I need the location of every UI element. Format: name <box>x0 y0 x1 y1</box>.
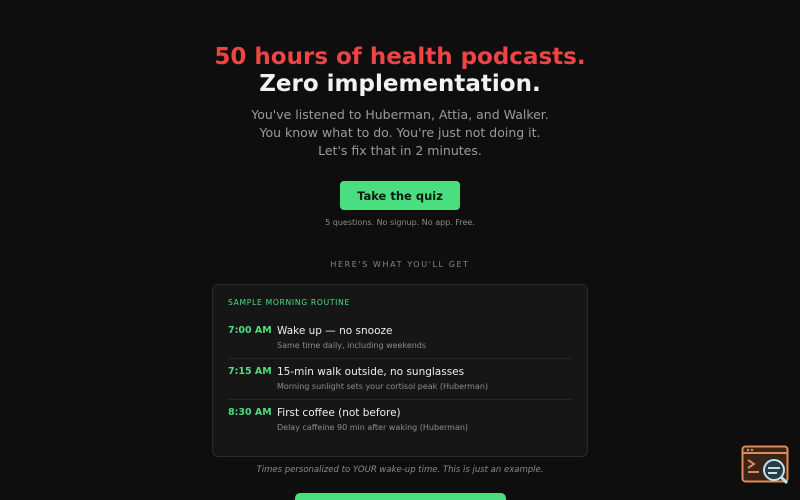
routine-title: Wake up — no snooze <box>277 325 393 337</box>
example-footnote: Times personalized to YOUR wake-up time.… <box>256 465 544 475</box>
cta-note: 5 questions. No signup. No app. Free. <box>325 218 475 227</box>
routine-item: 7:15 AM 15-min walk outside, no sunglass… <box>228 359 572 400</box>
routine-item: 8:30 AM First coffee (not before) Delay … <box>228 400 572 440</box>
take-quiz-label: Take the quiz <box>357 188 443 203</box>
routine-title: 15-min walk outside, no sunglasses <box>277 366 465 378</box>
card-label: SAMPLE MORNING ROUTINE <box>228 298 351 307</box>
routine-title: First coffee (not before) <box>277 407 401 419</box>
routine-desc: Morning sunlight sets your cortisol peak… <box>277 382 489 391</box>
headline-accent: 50 hours of health podcasts. <box>214 44 586 70</box>
routine-time: 7:15 AM <box>228 366 272 377</box>
sample-routine-card: SAMPLE MORNING ROUTINE 7:00 AM Wake up —… <box>212 284 588 457</box>
bottom-cta-button[interactable] <box>295 493 506 500</box>
routine-desc: Same time daily, including weekends <box>277 341 427 350</box>
landing-page: 50 hours of health podcasts. Zero implem… <box>0 0 800 500</box>
hero-headline: 50 hours of health podcasts. Zero implem… <box>0 44 800 98</box>
routine-item: 7:00 AM Wake up — no snooze Same time da… <box>228 318 572 359</box>
routine-time: 7:00 AM <box>228 325 272 336</box>
take-quiz-button[interactable]: Take the quiz <box>340 181 460 210</box>
section-label: HERE'S WHAT YOU'LL GET <box>330 260 470 269</box>
routine-desc: Delay caffeine 90 min after waking (Hube… <box>277 423 469 432</box>
browser-search-icon[interactable] <box>741 445 791 485</box>
routine-time: 8:30 AM <box>228 407 272 418</box>
hero-subtitle: You've listened to Huberman, Attia, and … <box>251 107 549 158</box>
headline-main: Zero implementation. <box>259 71 541 97</box>
